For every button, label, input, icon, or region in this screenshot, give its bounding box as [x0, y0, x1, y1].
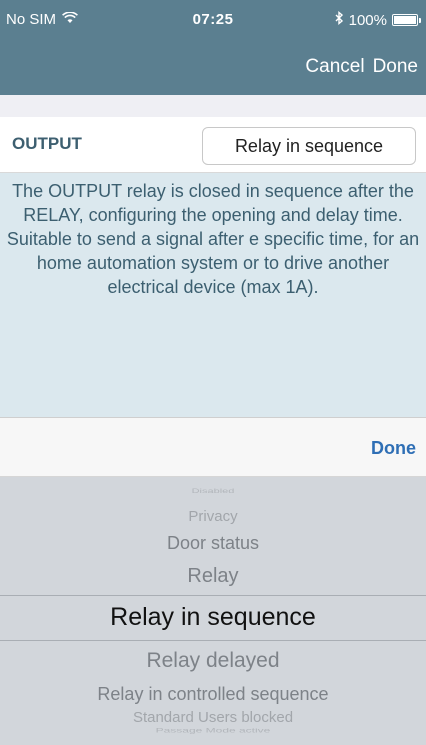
picker-done-button[interactable]: Done [371, 438, 416, 459]
picker-selection-top-line [0, 595, 426, 596]
picker-option[interactable]: Privacy [0, 508, 426, 525]
cancel-button[interactable]: Cancel [305, 56, 364, 78]
output-picker[interactable]: Disabled Privacy Door status Relay Relay… [0, 477, 426, 745]
picker-option[interactable]: Passage Mode active [0, 727, 426, 734]
picker-option[interactable]: Relay [0, 565, 426, 588]
battery-icon [392, 14, 421, 26]
picker-selection-bottom-line [0, 640, 426, 641]
status-bar: No SIM 07:25 100% [0, 0, 426, 40]
done-button[interactable]: Done [373, 56, 418, 78]
picker-option[interactable]: Relay in controlled sequence [0, 684, 426, 705]
battery-percent: 100% [348, 11, 387, 29]
nav-actions: Cancel Done [305, 56, 418, 78]
picker-option-selected[interactable]: Relay in sequence [0, 603, 426, 632]
output-row: OUTPUT Relay in sequence [0, 117, 426, 173]
picker-option[interactable]: Relay delayed [0, 649, 426, 673]
output-description: The OUTPUT relay is closed in sequence a… [0, 173, 426, 417]
status-right: 100% [334, 11, 421, 29]
bluetooth-icon [334, 11, 344, 29]
picker-toolbar: Done [0, 417, 426, 477]
navigation-bar: Cancel Done [0, 40, 426, 95]
picker-option[interactable]: Standard Users blocked [0, 709, 426, 726]
output-select-field[interactable]: Relay in sequence [202, 127, 416, 165]
picker-option[interactable]: Disabled [0, 488, 426, 495]
output-label: OUTPUT [12, 134, 82, 153]
section-spacer [0, 95, 426, 117]
picker-option[interactable]: Door status [0, 533, 426, 554]
